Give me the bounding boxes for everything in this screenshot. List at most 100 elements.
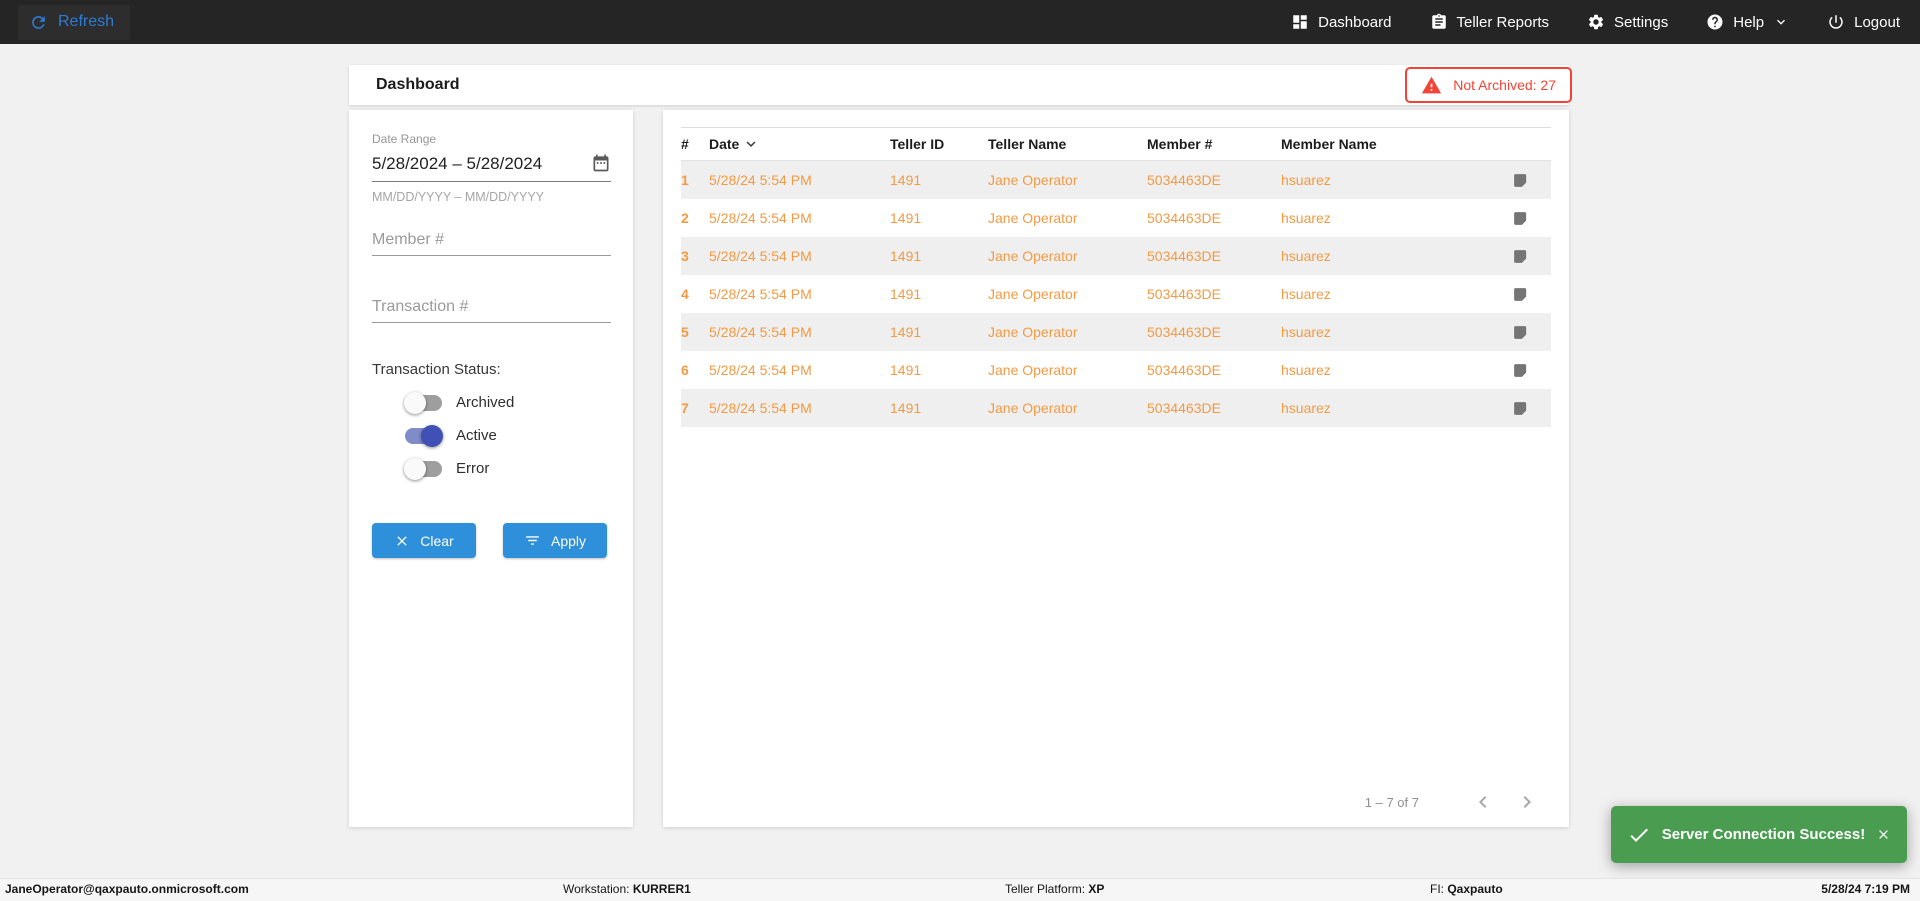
row-number: 2 bbox=[681, 210, 689, 226]
row-member-num: 5034463DE bbox=[1147, 286, 1221, 302]
gear-icon bbox=[1587, 13, 1605, 31]
nav-item-logout[interactable]: Logout bbox=[1808, 0, 1906, 44]
toast-close-icon[interactable] bbox=[1876, 827, 1891, 842]
row-teller-id: 1491 bbox=[890, 324, 922, 340]
nav-item-label: Settings bbox=[1614, 13, 1669, 31]
chevron-down-icon bbox=[1773, 14, 1789, 30]
toggle-label: Archived bbox=[456, 394, 515, 411]
row-teller-name: Jane Operator bbox=[988, 400, 1078, 416]
col-header-member-name: Member Name bbox=[1281, 136, 1377, 152]
col-header-teller-id: Teller ID bbox=[890, 136, 945, 152]
receipt-note-icon[interactable] bbox=[1512, 400, 1529, 417]
member-number-input[interactable] bbox=[372, 231, 611, 249]
date-format-helper: MM/DD/YYYY – MM/DD/YYYY bbox=[372, 190, 545, 204]
power-icon bbox=[1827, 13, 1845, 31]
row-date: 5/28/24 5:54 PM bbox=[709, 248, 812, 264]
refresh-icon bbox=[29, 13, 48, 32]
nav-item-label: Dashboard bbox=[1318, 13, 1392, 31]
col-header-date[interactable]: Date bbox=[709, 135, 890, 153]
toast-message: Server Connection Success! bbox=[1661, 826, 1866, 843]
row-member-name: hsuarez bbox=[1281, 248, 1331, 264]
clipboard-icon bbox=[1430, 13, 1448, 31]
footer-user-email: JaneOperator@qaxpauto.onmicrosoft.com bbox=[5, 882, 249, 896]
receipt-note-icon[interactable] bbox=[1512, 248, 1529, 265]
col-header-num: # bbox=[681, 136, 689, 152]
row-member-num: 5034463DE bbox=[1147, 210, 1221, 226]
row-teller-name: Jane Operator bbox=[988, 286, 1078, 302]
toggle-switch-icon bbox=[404, 457, 442, 480]
transaction-number-field-wrap bbox=[372, 298, 611, 323]
row-member-num: 5034463DE bbox=[1147, 172, 1221, 188]
next-page-icon[interactable] bbox=[1515, 790, 1539, 814]
footer-teller-platform: Teller Platform: XP bbox=[1005, 882, 1105, 896]
table-row[interactable]: 2 5/28/24 5:54 PM 1491 Jane Operator 503… bbox=[681, 199, 1551, 237]
footer-fi: FI: Qaxpauto bbox=[1430, 882, 1503, 896]
apply-button[interactable]: Apply bbox=[503, 523, 607, 558]
row-date: 5/28/24 5:54 PM bbox=[709, 400, 812, 416]
refresh-button[interactable]: Refresh bbox=[18, 4, 131, 40]
footer-datetime: 5/28/24 7:19 PM bbox=[1821, 882, 1910, 896]
navbar-menu: Dashboard Teller Reports Settings Help L… bbox=[1272, 0, 1906, 44]
toggle-active[interactable]: Active bbox=[372, 424, 611, 447]
date-range-input[interactable] bbox=[372, 154, 591, 174]
table-row[interactable]: 5 5/28/24 5:54 PM 1491 Jane Operator 503… bbox=[681, 313, 1551, 351]
sort-desc-icon bbox=[742, 135, 760, 153]
row-teller-id: 1491 bbox=[890, 248, 922, 264]
toggle-label: Error bbox=[456, 460, 490, 477]
pagination: 1 – 7 of 7 bbox=[1365, 790, 1539, 814]
footer-workstation: Workstation: KURRER1 bbox=[563, 882, 691, 896]
receipt-note-icon[interactable] bbox=[1512, 286, 1529, 303]
row-number: 3 bbox=[681, 248, 689, 264]
table-row[interactable]: 7 5/28/24 5:54 PM 1491 Jane Operator 503… bbox=[681, 389, 1551, 427]
table-body: 1 5/28/24 5:54 PM 1491 Jane Operator 503… bbox=[681, 161, 1551, 427]
receipt-note-icon[interactable] bbox=[1512, 362, 1529, 379]
row-date: 5/28/24 5:54 PM bbox=[709, 172, 812, 188]
row-number: 1 bbox=[681, 172, 689, 188]
receipt-note-icon[interactable] bbox=[1512, 172, 1529, 189]
col-header-teller-name: Teller Name bbox=[988, 136, 1067, 152]
nav-item-teller-reports[interactable]: Teller Reports bbox=[1411, 0, 1569, 44]
row-member-num: 5034463DE bbox=[1147, 248, 1221, 264]
row-teller-name: Jane Operator bbox=[988, 324, 1078, 340]
transaction-underline bbox=[372, 322, 611, 323]
toggle-switch-icon bbox=[405, 424, 443, 447]
clear-button[interactable]: Clear bbox=[372, 523, 476, 558]
top-navbar: Refresh Dashboard Teller Reports Setting… bbox=[0, 0, 1920, 44]
check-icon bbox=[1627, 823, 1651, 847]
date-range-underline bbox=[372, 181, 611, 182]
transactions-table: # Date Teller ID Teller Name Member # Me… bbox=[681, 127, 1551, 427]
row-teller-id: 1491 bbox=[890, 210, 922, 226]
filter-icon bbox=[524, 532, 541, 549]
nav-item-dashboard[interactable]: Dashboard bbox=[1272, 0, 1410, 44]
toggle-label: Active bbox=[456, 427, 497, 444]
transactions-card: # Date Teller ID Teller Name Member # Me… bbox=[663, 110, 1569, 827]
row-number: 5 bbox=[681, 324, 689, 340]
row-date: 5/28/24 5:54 PM bbox=[709, 362, 812, 378]
receipt-note-icon[interactable] bbox=[1512, 210, 1529, 227]
table-row[interactable]: 3 5/28/24 5:54 PM 1491 Jane Operator 503… bbox=[681, 237, 1551, 275]
receipt-note-icon[interactable] bbox=[1512, 324, 1529, 341]
row-teller-id: 1491 bbox=[890, 362, 922, 378]
apply-label: Apply bbox=[550, 532, 587, 549]
row-member-num: 5034463DE bbox=[1147, 324, 1221, 340]
toggle-switch-icon bbox=[404, 391, 442, 414]
help-icon bbox=[1706, 13, 1724, 31]
table-row[interactable]: 6 5/28/24 5:54 PM 1491 Jane Operator 503… bbox=[681, 351, 1551, 389]
toggle-archived[interactable]: Archived bbox=[372, 391, 611, 414]
nav-item-settings[interactable]: Settings bbox=[1568, 0, 1687, 44]
calendar-icon[interactable] bbox=[591, 153, 611, 175]
nav-item-label: Teller Reports bbox=[1456, 13, 1550, 31]
row-number: 4 bbox=[681, 286, 689, 302]
row-number: 6 bbox=[681, 362, 689, 378]
table-row[interactable]: 1 5/28/24 5:54 PM 1491 Jane Operator 503… bbox=[681, 161, 1551, 199]
transaction-number-input[interactable] bbox=[372, 298, 611, 316]
warning-icon bbox=[1421, 75, 1442, 96]
toggle-error[interactable]: Error bbox=[372, 457, 611, 480]
row-member-name: hsuarez bbox=[1281, 286, 1331, 302]
row-number: 7 bbox=[681, 400, 689, 416]
table-row[interactable]: 4 5/28/24 5:54 PM 1491 Jane Operator 503… bbox=[681, 275, 1551, 313]
nav-item-help[interactable]: Help bbox=[1687, 0, 1808, 44]
not-archived-badge[interactable]: Not Archived: 27 bbox=[1405, 67, 1572, 103]
row-teller-name: Jane Operator bbox=[988, 362, 1078, 378]
previous-page-icon[interactable] bbox=[1471, 790, 1495, 814]
